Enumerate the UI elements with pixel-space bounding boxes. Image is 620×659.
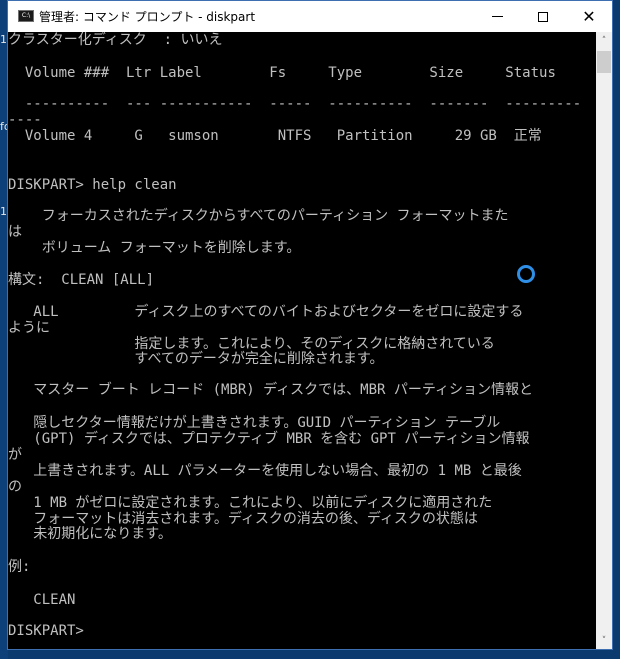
console-line: DISKPART> help clean bbox=[8, 177, 177, 193]
console-line: ボリューム フォーマットを削除します。 bbox=[8, 240, 301, 256]
busy-cursor-icon bbox=[517, 265, 535, 283]
console-line: フォーカスされたディスクからすべてのパーティション フォーマットまた bbox=[8, 208, 509, 224]
console-line: マスター ブート レコード (MBR) ディスクでは、MBR パーティション情報… bbox=[8, 382, 534, 398]
console-line: ---- bbox=[8, 112, 42, 128]
console-line: 1 MB がゼロに設定されます。これにより、以前にディスクに適用された bbox=[8, 495, 493, 511]
console-line: ように bbox=[8, 320, 50, 336]
maximize-icon bbox=[538, 11, 548, 22]
close-icon: ✕ bbox=[582, 7, 596, 26]
cmd-app-icon[interactable]: C:\ bbox=[18, 10, 34, 22]
desktop-fragment: 1 bbox=[0, 33, 7, 46]
console-line: Volume ### Ltr Label Fs Type Size Status… bbox=[8, 65, 595, 81]
window-title: 管理者: コマンド プロンプト - diskpart bbox=[39, 10, 256, 24]
minimize-icon bbox=[491, 16, 503, 17]
console-line: すべてのデータが完全に削除されます。 bbox=[8, 351, 384, 367]
console-prompt[interactable]: DISKPART> bbox=[8, 623, 84, 639]
console-output[interactable]: クラスター化ディスク : いいえ Volume ### Ltr Label Fs… bbox=[8, 32, 595, 649]
console-line: 例: bbox=[8, 559, 31, 575]
minimize-button[interactable] bbox=[474, 1, 520, 32]
command-prompt-window: C:\ 管理者: コマンド プロンプト - diskpart ✕ クラスター化デ… bbox=[7, 0, 613, 650]
console-line: 隠しセクター情報だけが上書きされます。GUID パーティション テーブル bbox=[8, 415, 501, 431]
console-line: ---------- --- ----------- ----- -------… bbox=[8, 96, 595, 112]
console-line: (GPT) ディスクでは、プロテクティブ MBR を含む GPT パーティション… bbox=[8, 431, 530, 447]
console-line: Volume 4 G sumson NTFS Partition 29 GB 正… bbox=[8, 128, 542, 144]
console-line: 構文: CLEAN [ALL] bbox=[8, 272, 155, 288]
chevron-down-icon: ˅ bbox=[601, 635, 607, 646]
console-line: フォーマットは消去されます。ディスクの消去の後、ディスクの状態は bbox=[8, 511, 478, 527]
chevron-up-icon: ˄ bbox=[601, 35, 607, 46]
scroll-down-button[interactable]: ˅ bbox=[596, 632, 612, 649]
console-line: 未初期化になります。 bbox=[8, 526, 172, 542]
console-line: クラスター化ディスク : いいえ bbox=[8, 32, 223, 48]
scroll-up-button[interactable]: ˄ bbox=[596, 32, 612, 49]
console-line: CLEAN bbox=[8, 592, 76, 608]
desktop-fragment: 1 bbox=[0, 205, 7, 218]
vertical-scrollbar[interactable]: ˄ ˅ bbox=[596, 32, 612, 649]
scrollbar-thumb[interactable] bbox=[597, 51, 611, 73]
close-button[interactable]: ✕ bbox=[566, 1, 612, 32]
console-line: は bbox=[8, 224, 22, 240]
console-line: 指定します。これにより、そのディスクに格納されている bbox=[8, 336, 495, 352]
console-line: が bbox=[8, 447, 22, 463]
title-bar[interactable]: C:\ 管理者: コマンド プロンプト - diskpart ✕ bbox=[8, 1, 612, 32]
maximize-button[interactable] bbox=[520, 1, 566, 32]
console-line: の bbox=[8, 479, 22, 495]
console-line: 上書きされます。ALL パラメーターを使用しない場合、最初の 1 MB と最後 bbox=[8, 463, 522, 479]
console-line: ALL ディスク上のすべてのバイトおよびセクターをゼロに設定する bbox=[8, 304, 524, 320]
